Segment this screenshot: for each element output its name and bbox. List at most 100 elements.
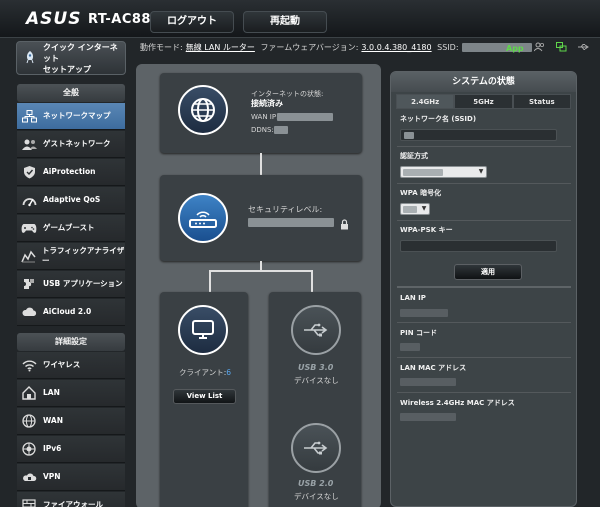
wan-icon xyxy=(21,413,37,429)
sidebar-item-vpn[interactable]: VPN xyxy=(17,464,125,491)
internet-card[interactable]: インターネットの状態: 接続済み WAN IP: DDNS: xyxy=(160,73,362,153)
divider-5 xyxy=(397,322,571,323)
aiprotection-icon xyxy=(21,164,37,180)
connector-line xyxy=(260,153,262,175)
clients-card[interactable]: クライアント:6 View List xyxy=(160,292,248,507)
usb1-status: デバイスなし xyxy=(294,376,339,385)
clients-label: クライアント:6 xyxy=(179,367,231,378)
divider-3 xyxy=(397,220,571,221)
ssid-input-redacted xyxy=(404,132,414,139)
sidebar-item-label: ゲストネットワーク xyxy=(43,139,111,148)
app-link[interactable]: App xyxy=(506,44,524,53)
sidebar-item-label: Adaptive QoS xyxy=(43,195,101,204)
connector-right xyxy=(311,270,313,292)
quick-internet-setup-button[interactable]: クイック インターネット セットアップ xyxy=(16,41,126,75)
wan-ip-label: WAN IP: xyxy=(251,113,279,121)
lan-mac-redacted xyxy=(400,378,456,386)
lan-mac-label: LAN MAC アドレス xyxy=(400,364,467,372)
divider-4 xyxy=(397,286,571,288)
usb-card[interactable]: USB 3.0 デバイスなし USB 2.0 デバイスなし xyxy=(269,292,361,507)
sidebar-item-network-map[interactable]: ネットワークマップ xyxy=(17,103,125,130)
wpa-encryption-label: WPA 暗号化 xyxy=(400,189,442,197)
ipv6-icon xyxy=(21,441,37,457)
general-section-header: 全般 xyxy=(17,84,125,102)
system-status-tabs: 2.4GHz 5GHz Status xyxy=(396,94,571,109)
ddns-label: DDNS: xyxy=(251,126,274,134)
ssid-label: SSID: xyxy=(437,43,459,52)
tab-status[interactable]: Status xyxy=(512,94,571,109)
firewall-icon xyxy=(21,497,37,507)
view-list-button[interactable]: View List xyxy=(173,389,236,404)
usb2-name: USB 2.0 xyxy=(298,479,334,488)
qos-icon xyxy=(21,192,37,208)
lan-ip-label: LAN IP xyxy=(400,294,426,302)
sidebar-item-aiprotection[interactable]: AiProtection xyxy=(17,159,125,186)
ssid-field-label: ネットワーク名 (SSID) xyxy=(400,115,477,123)
tab-5ghz[interactable]: 5GHz xyxy=(454,94,513,109)
wireless-mac-redacted xyxy=(400,413,456,421)
sidebar-item-aicloud[interactable]: AiCloud 2.0 xyxy=(17,299,125,326)
reboot-button[interactable]: 再起動 xyxy=(243,11,327,33)
sidebar-item-label: ネットワークマップ xyxy=(43,111,111,120)
usb-status-icon[interactable] xyxy=(577,43,590,53)
rocket-icon xyxy=(23,49,37,68)
sidebar-item-usb-app[interactable]: USB アプリケーション xyxy=(17,271,125,298)
router-card[interactable]: セキュリティレベル: xyxy=(160,175,362,261)
ssid-input[interactable] xyxy=(400,129,557,141)
monitor-icon[interactable] xyxy=(178,305,228,355)
clients-count[interactable]: 6 xyxy=(226,368,231,377)
sidebar-item-ipv6[interactable]: IPv6 xyxy=(17,436,125,463)
usb-icon[interactable] xyxy=(291,305,341,355)
connector-branch xyxy=(209,270,312,272)
sidebar-item-label: AiProtection xyxy=(43,167,96,176)
asus-logo[interactable]: ASUS xyxy=(26,9,81,29)
wpa-encryption-select[interactable]: ▼ xyxy=(400,203,430,215)
mode-link[interactable]: 無線 LAN ルーター xyxy=(186,42,255,53)
router-icon[interactable] xyxy=(178,193,228,243)
sidebar-item-wan[interactable]: WAN xyxy=(17,408,125,435)
divider-2 xyxy=(397,183,571,184)
usb1-name: USB 3.0 xyxy=(298,363,334,372)
sidebar-item-label: USB アプリケーション xyxy=(43,279,123,288)
users-icon[interactable] xyxy=(533,42,545,54)
apply-button[interactable]: 適用 xyxy=(454,264,522,280)
chevron-down-icon: ▼ xyxy=(478,168,484,175)
wpa-psk-input[interactable] xyxy=(400,240,557,252)
sidebar-item-label: LAN xyxy=(43,388,60,397)
mode-label: 動作モード: xyxy=(140,43,183,52)
aicloud-icon xyxy=(21,304,37,320)
sidebar-item-label: トラフィックアナライザー xyxy=(42,246,125,265)
lan-ip-redacted xyxy=(400,309,448,317)
connector-left xyxy=(209,270,211,292)
traffic-analyzer-icon xyxy=(21,248,36,264)
usb-icon-2[interactable] xyxy=(291,423,341,473)
sidebar-item-firewall[interactable]: ファイアウォール xyxy=(17,492,125,507)
network-map-icon xyxy=(21,108,37,124)
sidebar-item-game-boost[interactable]: ゲームブースト xyxy=(17,215,125,242)
wan-ip-redacted xyxy=(277,113,333,121)
logout-button[interactable]: ログアウト xyxy=(150,11,234,33)
vpn-icon xyxy=(21,469,37,485)
qis-label: クイック インターネット セットアップ xyxy=(43,42,118,74)
divider xyxy=(397,146,571,147)
wpa-psk-label: WPA-PSK キー xyxy=(400,226,453,234)
wireless-icon xyxy=(21,357,37,373)
sidebar-item-lan[interactable]: LAN xyxy=(17,380,125,407)
auth-select-redacted xyxy=(403,169,443,176)
system-status-title: システムの状態 xyxy=(391,72,576,92)
auth-select[interactable]: ▼ xyxy=(400,166,487,178)
firmware-label: ファームウェアバージョン: xyxy=(260,43,359,52)
firmware-link[interactable]: 3.0.0.4.380_4180 xyxy=(361,43,431,52)
tab-24ghz[interactable]: 2.4GHz xyxy=(396,94,455,109)
network-status-icon[interactable] xyxy=(555,42,567,54)
sidebar-item-label: ファイアウォール xyxy=(43,500,103,507)
sidebar-item-qos[interactable]: Adaptive QoS xyxy=(17,187,125,214)
internet-globe-icon[interactable] xyxy=(178,85,228,135)
sidebar-item-traffic-analyzer[interactable]: トラフィックアナライザー xyxy=(17,243,125,270)
usb-app-icon xyxy=(21,276,37,292)
security-redacted xyxy=(248,218,334,227)
auth-label: 認証方式 xyxy=(400,152,428,160)
sidebar-item-wireless[interactable]: ワイヤレス xyxy=(17,352,125,379)
sidebar-item-guest-network[interactable]: ゲストネットワーク xyxy=(17,131,125,158)
sidebar-item-label: AiCloud 2.0 xyxy=(43,307,92,316)
